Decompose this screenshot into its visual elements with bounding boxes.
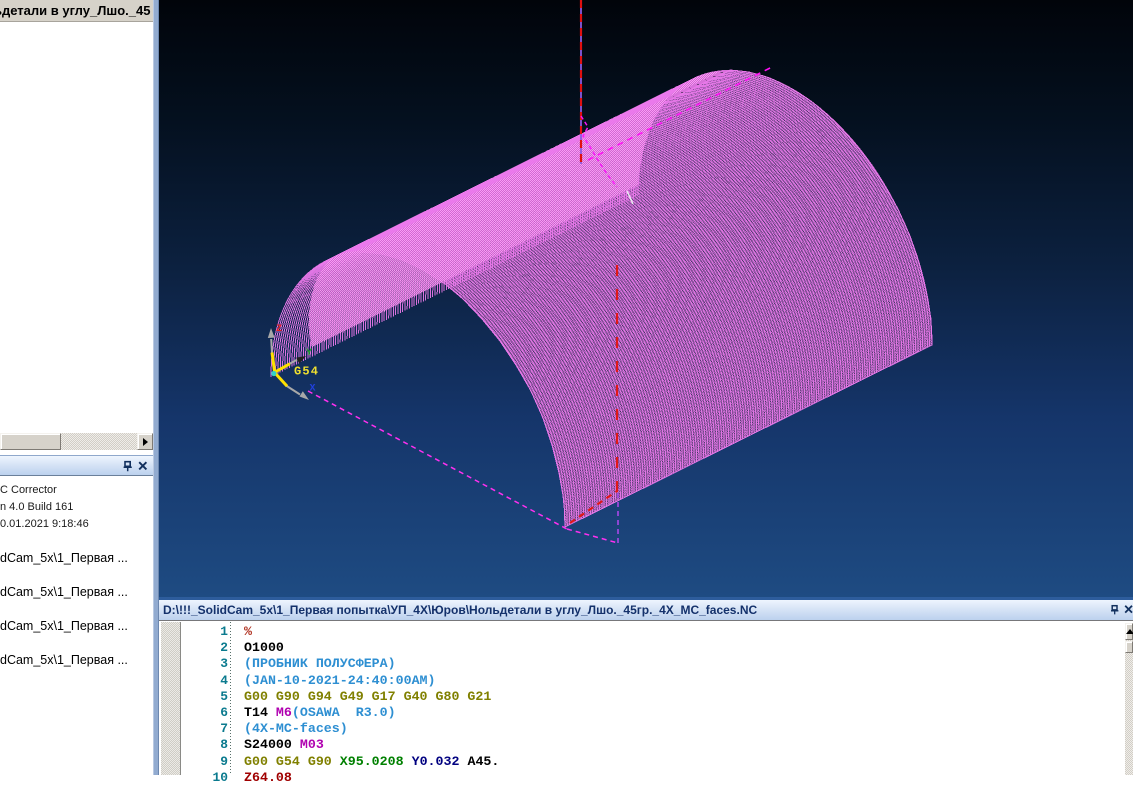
svg-text:Y: Y: [306, 348, 312, 359]
svg-text:X: X: [310, 384, 316, 395]
svg-text:G54: G54: [294, 365, 319, 379]
svg-text:Z: Z: [276, 324, 282, 335]
